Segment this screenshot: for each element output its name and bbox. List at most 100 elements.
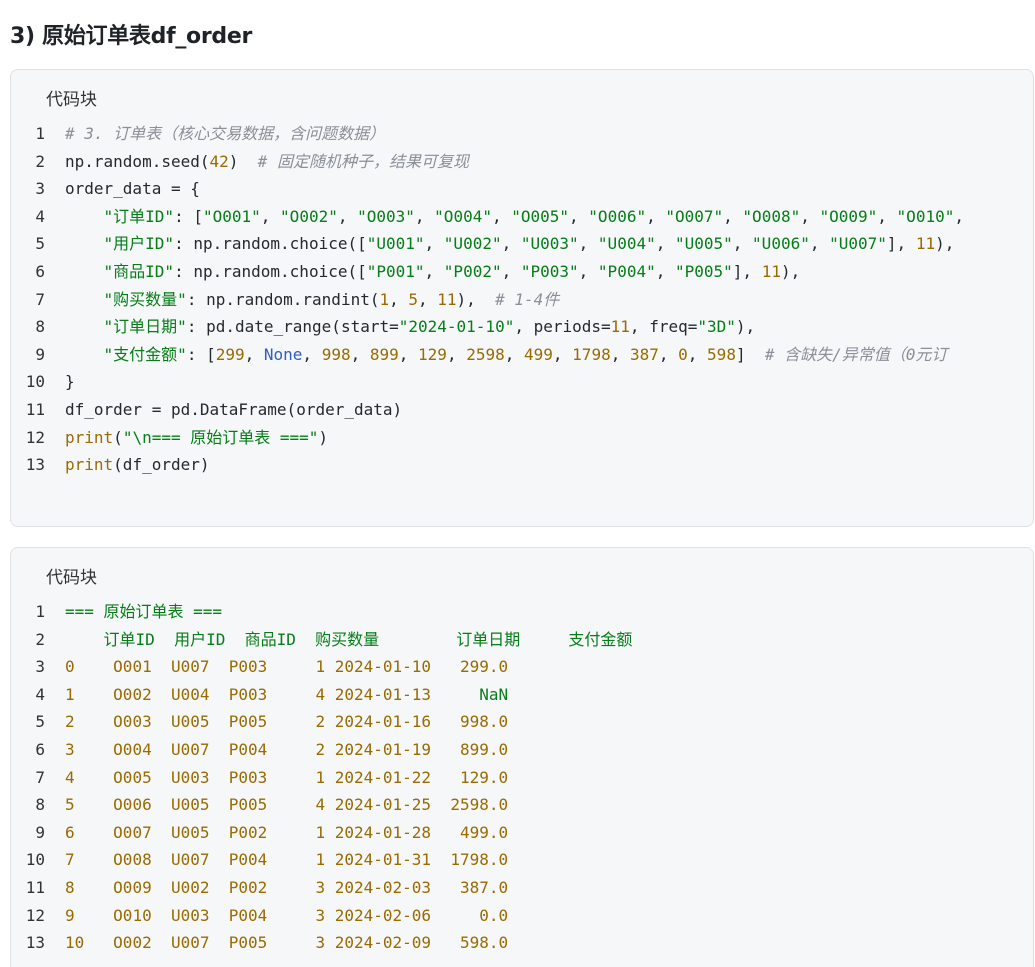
line-number: 4 xyxy=(35,684,45,704)
code-token: "U006" xyxy=(752,234,810,254)
code-token: 1798 xyxy=(572,344,611,364)
code-token: 1 xyxy=(65,684,85,704)
line-number: 11 xyxy=(25,399,45,419)
code-token: 6 xyxy=(65,822,85,842)
line-content: np.random.seed(42) # 固定随机种子，结果可复现 xyxy=(65,148,1033,176)
code-token: "O003" xyxy=(357,206,415,226)
code-token: 129 xyxy=(418,344,447,364)
line-number: 13 xyxy=(25,933,45,953)
code-token: "支付金额" xyxy=(103,344,187,364)
line-number: 2 xyxy=(35,151,45,171)
line-number: 12 xyxy=(25,427,45,447)
code-token: === 原始订单表 === xyxy=(65,602,223,621)
line-number: 1 xyxy=(35,124,45,143)
code-token: "O006" xyxy=(588,206,647,226)
code-line: 10 7 O008 U007 P004 1 2024-01-31 1798.0 xyxy=(11,846,1033,874)
code-token: , xyxy=(569,206,589,226)
line-content: 4 O005 U003 P003 1 2024-01-22 129.0 xyxy=(65,764,1033,792)
code-token: "订单ID" xyxy=(103,206,175,226)
code-token: ) xyxy=(228,151,258,171)
code-token: : pd.date_range(start= xyxy=(186,317,399,337)
code-token: # 3. 订单表（核心交易数据，含问题数据） xyxy=(65,124,386,143)
code-token: , xyxy=(578,261,598,281)
code-line: 3 order_data = { xyxy=(11,175,1033,203)
code-token: "U004" xyxy=(597,234,656,254)
code-line: 10} xyxy=(11,368,1033,396)
code-token: ], xyxy=(886,234,916,254)
code-token: 11 xyxy=(610,317,630,337)
line-content: order_data = { xyxy=(65,175,1033,203)
line-number: 6 xyxy=(35,261,45,281)
line-number: 1 xyxy=(35,602,45,621)
code-token: ), xyxy=(780,261,801,281)
code-token: , xyxy=(809,234,830,254)
code-token: , periods= xyxy=(514,317,611,337)
code-body[interactable]: 1 # 3. 订单表（核心交易数据，含问题数据） 2 np.random.seed(4… xyxy=(11,120,1033,479)
code-token: O006 U005 P005 4 2024-01-25 2598.0 xyxy=(113,795,509,815)
code-token: (df_order) xyxy=(113,455,210,475)
code-block-label: 代码块 xyxy=(46,568,97,588)
code-token: None xyxy=(263,344,303,364)
code-token: "P003" xyxy=(520,261,579,281)
code-token: 1 xyxy=(379,289,390,309)
code-token: 2 xyxy=(65,712,85,732)
code-token: , xyxy=(424,261,444,281)
code-token: , xyxy=(655,234,675,254)
code-line: 8 "订单日期": pd.date_range(start="2024-01-1… xyxy=(11,313,1033,341)
code-line: 9 "支付金额": [299, None, 998, 899, 129, 259… xyxy=(11,341,1033,369)
code-token: "O004" xyxy=(434,206,492,226)
line-number: 10 xyxy=(25,850,45,870)
code-token: NaN xyxy=(479,684,509,704)
code-line: 2 订单ID 用户ID 商品ID 购买数量 订单日期 支付金额 xyxy=(11,626,1033,654)
code-block-label: 代码块 xyxy=(46,90,97,110)
code-token: ), xyxy=(735,317,756,337)
line-content: 0 O001 U007 P003 1 2024-01-10 299.0 xyxy=(65,653,1033,681)
code-token: 3 xyxy=(65,739,85,759)
line-number: 8 xyxy=(35,317,45,337)
line-number: 3 xyxy=(35,179,45,199)
code-token: , xyxy=(350,344,370,364)
line-content: "购买数量": np.random.randint(1, 5, 11), # 1… xyxy=(65,286,1033,314)
code-token: , xyxy=(302,344,322,364)
code-token: # 含缺失/异常值（0元订 xyxy=(764,344,948,364)
code-token: "U002" xyxy=(443,234,502,254)
code-token: "O008" xyxy=(742,206,801,226)
code-token: , xyxy=(501,234,521,254)
code-token: "O001" xyxy=(202,206,261,226)
code-token: 8 xyxy=(65,877,85,897)
line-content: 2 O003 U005 P005 2 2024-01-16 998.0 xyxy=(65,708,1033,736)
line-number: 3 xyxy=(35,657,45,677)
code-body[interactable]: 1 === 原始订单表 === 2 订单ID 用户ID 商品ID 购买数量 订单日期… xyxy=(11,598,1033,957)
line-number: 6 xyxy=(35,739,45,759)
line-number: 10 xyxy=(25,372,45,392)
line-content: 3 O004 U007 P004 2 2024-01-19 899.0 xyxy=(65,736,1033,764)
line-content: # 3. 订单表（核心交易数据，含问题数据） xyxy=(65,120,1033,148)
code-token: , xyxy=(655,261,675,281)
code-token: O009 U002 P002 3 2024-02-03 387.0 xyxy=(113,877,509,897)
code-token: "P001" xyxy=(366,261,425,281)
line-content: "支付金额": [299, None, 998, 899, 129, 2598,… xyxy=(65,341,1033,369)
code-token: order_data = { xyxy=(65,179,200,199)
code-token: , xyxy=(260,206,281,226)
line-number: 9 xyxy=(35,344,45,364)
code-line: 13 10 O002 U007 P005 3 2024-02-09 598.0 xyxy=(11,929,1033,957)
code-token: : np.random.randint( xyxy=(186,289,380,309)
code-token: 899 xyxy=(369,344,399,364)
code-token: , xyxy=(732,234,753,254)
code-token: , xyxy=(446,344,467,364)
line-number: 5 xyxy=(35,234,45,254)
code-token: O001 U007 P003 1 2024-01-10 299.0 xyxy=(113,657,509,677)
code-token: , xyxy=(504,344,524,364)
line-number: 11 xyxy=(25,877,45,897)
code-token: : np.random.choice([ xyxy=(174,234,367,254)
code-token: "U003" xyxy=(520,234,579,254)
